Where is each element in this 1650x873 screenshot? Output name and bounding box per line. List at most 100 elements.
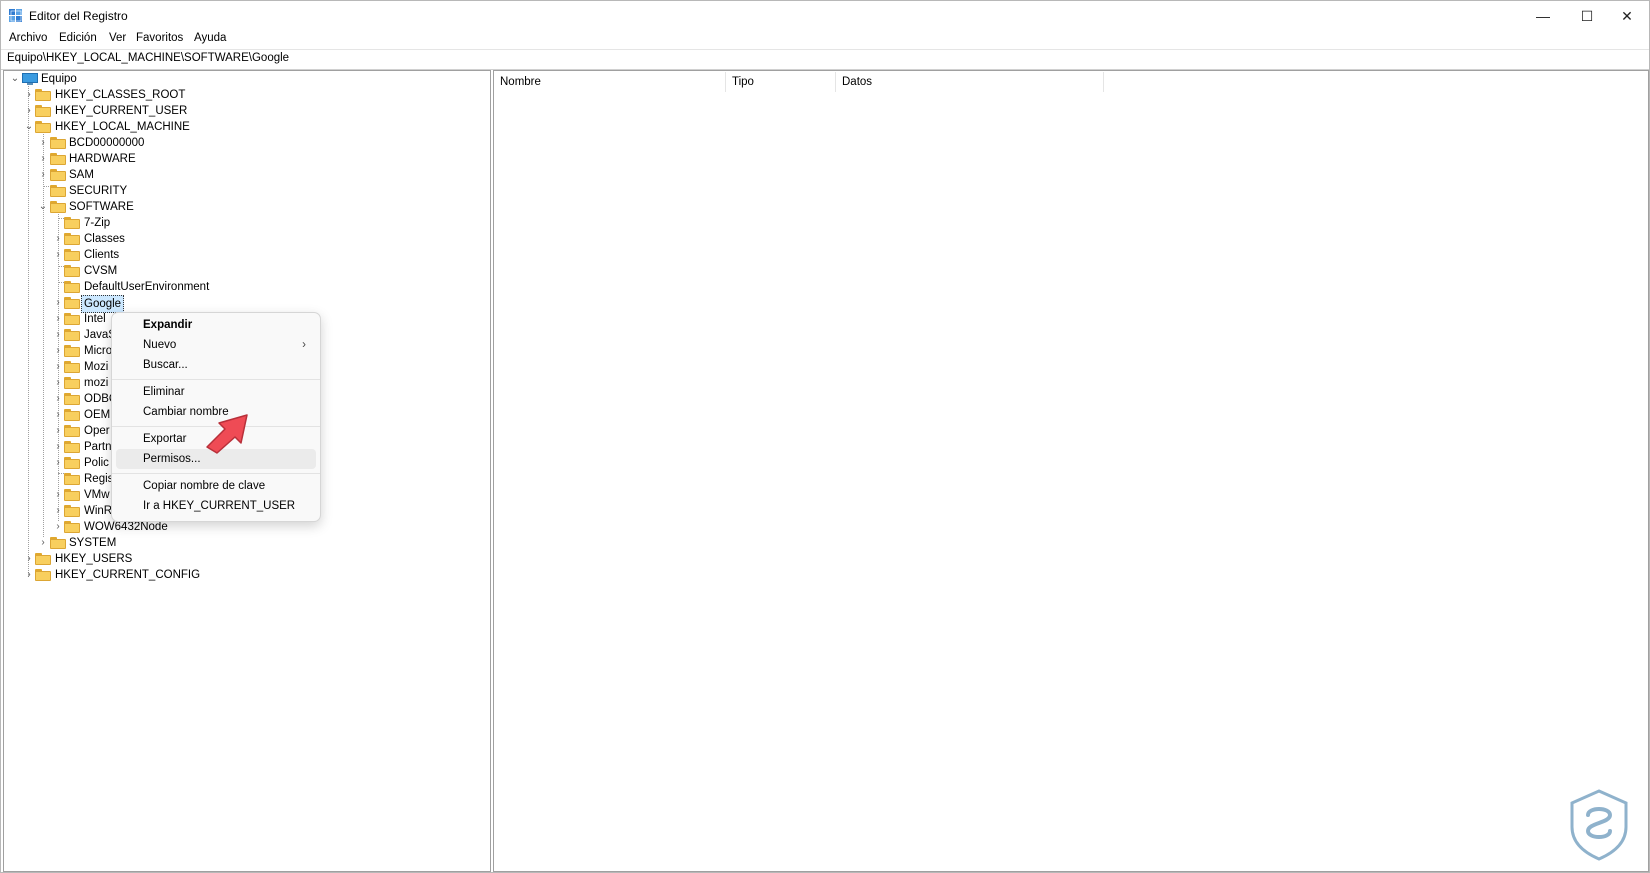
menu-item-ir-a-hkcu[interactable]: Ir a HKEY_CURRENT_USER [116,496,316,516]
folder-icon [35,553,51,565]
folder-icon [64,313,80,325]
chevron-right-icon[interactable]: › [53,503,63,519]
tree-label: DefaultUserEnvironment [84,281,210,293]
menu-archivo[interactable]: Archivo [9,32,47,44]
registry-editor-icon [9,9,22,22]
chevron-right-icon[interactable]: › [53,247,63,263]
chevron-right-icon[interactable]: › [53,295,63,311]
chevron-right-icon[interactable]: › [38,151,48,167]
tree-node-clients[interactable]: › Clients [4,247,484,263]
column-header-nombre[interactable]: Nombre [494,72,726,92]
tree-label: HKEY_CURRENT_USER [55,105,188,117]
folder-icon [64,329,80,341]
menu-item-expandir[interactable]: Expandir [116,315,316,335]
tree-node-bcd[interactable]: › BCD00000000 [4,135,484,151]
chevron-right-icon[interactable]: › [24,551,34,567]
tree-label: Partn [84,441,112,453]
chevron-right-icon[interactable]: › [24,87,34,103]
menu-ayuda[interactable]: Ayuda [194,32,226,44]
red-arrow-icon [206,414,248,454]
chevron-right-icon[interactable]: › [53,455,63,471]
tree-label: HKEY_CURRENT_CONFIG [55,569,201,581]
chevron-right-icon[interactable]: › [38,535,48,551]
folder-icon [50,169,66,181]
column-header-tipo[interactable]: Tipo [726,72,836,92]
chevron-right-icon[interactable]: › [53,407,63,423]
folder-icon [35,89,51,101]
menu-ver[interactable]: Ver [109,32,126,44]
solvetic-logo [1570,789,1628,861]
window-title: Editor del Registro [29,9,128,23]
tree-label: Classes [84,233,125,245]
menu-favoritos[interactable]: Favoritos [136,32,183,44]
close-button[interactable]: ✕ [1605,1,1649,31]
chevron-right-icon[interactable]: › [53,423,63,439]
menu-item-eliminar[interactable]: Eliminar [116,382,316,402]
tree-node-hkey-current-config[interactable]: › HKEY_CURRENT_CONFIG [4,567,484,583]
maximize-button[interactable]: ☐ [1565,1,1609,31]
tree-node-software[interactable]: ⌄ SOFTWARE [4,199,484,215]
address-bar[interactable]: Equipo\HKEY_LOCAL_MACHINE\SOFTWARE\Googl… [1,49,1649,70]
chevron-down-icon[interactable]: ⌄ [10,71,20,87]
menu-edicion[interactable]: Edición [59,32,97,44]
registry-editor-window: Editor del Registro — ☐ ✕ Archivo Edició… [0,0,1650,873]
tree-node-defaultuserenvironment[interactable]: DefaultUserEnvironment [4,279,484,295]
minimize-button[interactable]: — [1521,1,1565,31]
chevron-right-icon[interactable]: › [53,231,63,247]
chevron-right-icon[interactable]: › [53,311,63,327]
folder-icon [64,409,80,421]
tree-label: 7-Zip [84,217,111,229]
folder-icon [35,121,51,133]
tree-node-hkey-current-user[interactable]: › HKEY_CURRENT_USER [4,103,484,119]
tree-node-equipo[interactable]: ⌄ Equipo [4,71,484,87]
tree-node-classes[interactable]: › Classes [4,231,484,247]
tree-node-google[interactable]: › Google [4,295,484,313]
tree-node-7zip[interactable]: 7-Zip [4,215,484,231]
chevron-right-icon[interactable]: › [53,327,63,343]
column-header-datos[interactable]: Datos [836,72,1104,92]
tree-node-security[interactable]: SECURITY [4,183,484,199]
tree-node-cvsm[interactable]: CVSM [4,263,484,279]
folder-icon [35,105,51,117]
chevron-right-icon[interactable]: › [24,567,34,583]
maximize-icon: ☐ [1580,8,1594,24]
tree-node-hkey-users[interactable]: › HKEY_USERS [4,551,484,567]
chevron-right-icon[interactable]: › [53,439,63,455]
menu-item-buscar[interactable]: Buscar... [116,355,316,375]
tree-node-hkey-local-machine[interactable]: ⌄ HKEY_LOCAL_MACHINE [4,119,484,135]
chevron-right-icon[interactable]: › [38,167,48,183]
folder-icon [64,521,80,533]
menu-item-label: Nuevo [143,339,177,351]
tree-node-sam[interactable]: › SAM [4,167,484,183]
tree-node-hardware[interactable]: › HARDWARE [4,151,484,167]
folder-icon [64,345,80,357]
chevron-right-icon[interactable]: › [53,343,63,359]
tree-node-hkey-classes-root[interactable]: › HKEY_CLASSES_ROOT [4,87,484,103]
chevron-down-icon[interactable]: ⌄ [38,199,48,215]
chevron-right-icon[interactable]: › [53,487,63,503]
tree-label: Micro [84,345,113,357]
chevron-down-icon[interactable]: ⌄ [24,119,34,135]
menu-item-copiar-nombre-de-clave[interactable]: Copiar nombre de clave [116,476,316,496]
chevron-right-icon[interactable]: › [53,359,63,375]
tree-label: mozi [84,377,109,389]
tree-label: HKEY_LOCAL_MACHINE [55,121,190,133]
address-path[interactable]: Equipo\HKEY_LOCAL_MACHINE\SOFTWARE\Googl… [7,52,289,64]
folder-icon [64,489,80,501]
folder-icon [64,217,80,229]
tree-label: HKEY_CLASSES_ROOT [55,89,186,101]
menu-item-nuevo[interactable]: Nuevo › [116,335,316,355]
menu-separator [112,379,320,380]
folder-icon [35,569,51,581]
close-icon: ✕ [1621,8,1633,24]
tree-label: VMw [84,489,110,501]
chevron-right-icon[interactable]: › [53,519,63,535]
chevron-right-icon[interactable]: › [53,391,63,407]
menu-separator [112,473,320,474]
chevron-right-icon[interactable]: › [53,375,63,391]
folder-icon [64,473,80,485]
values-list-pane[interactable]: Nombre Tipo Datos [493,70,1649,872]
tree-node-system[interactable]: › SYSTEM [4,535,484,551]
chevron-right-icon[interactable]: › [24,103,34,119]
chevron-right-icon[interactable]: › [38,135,48,151]
